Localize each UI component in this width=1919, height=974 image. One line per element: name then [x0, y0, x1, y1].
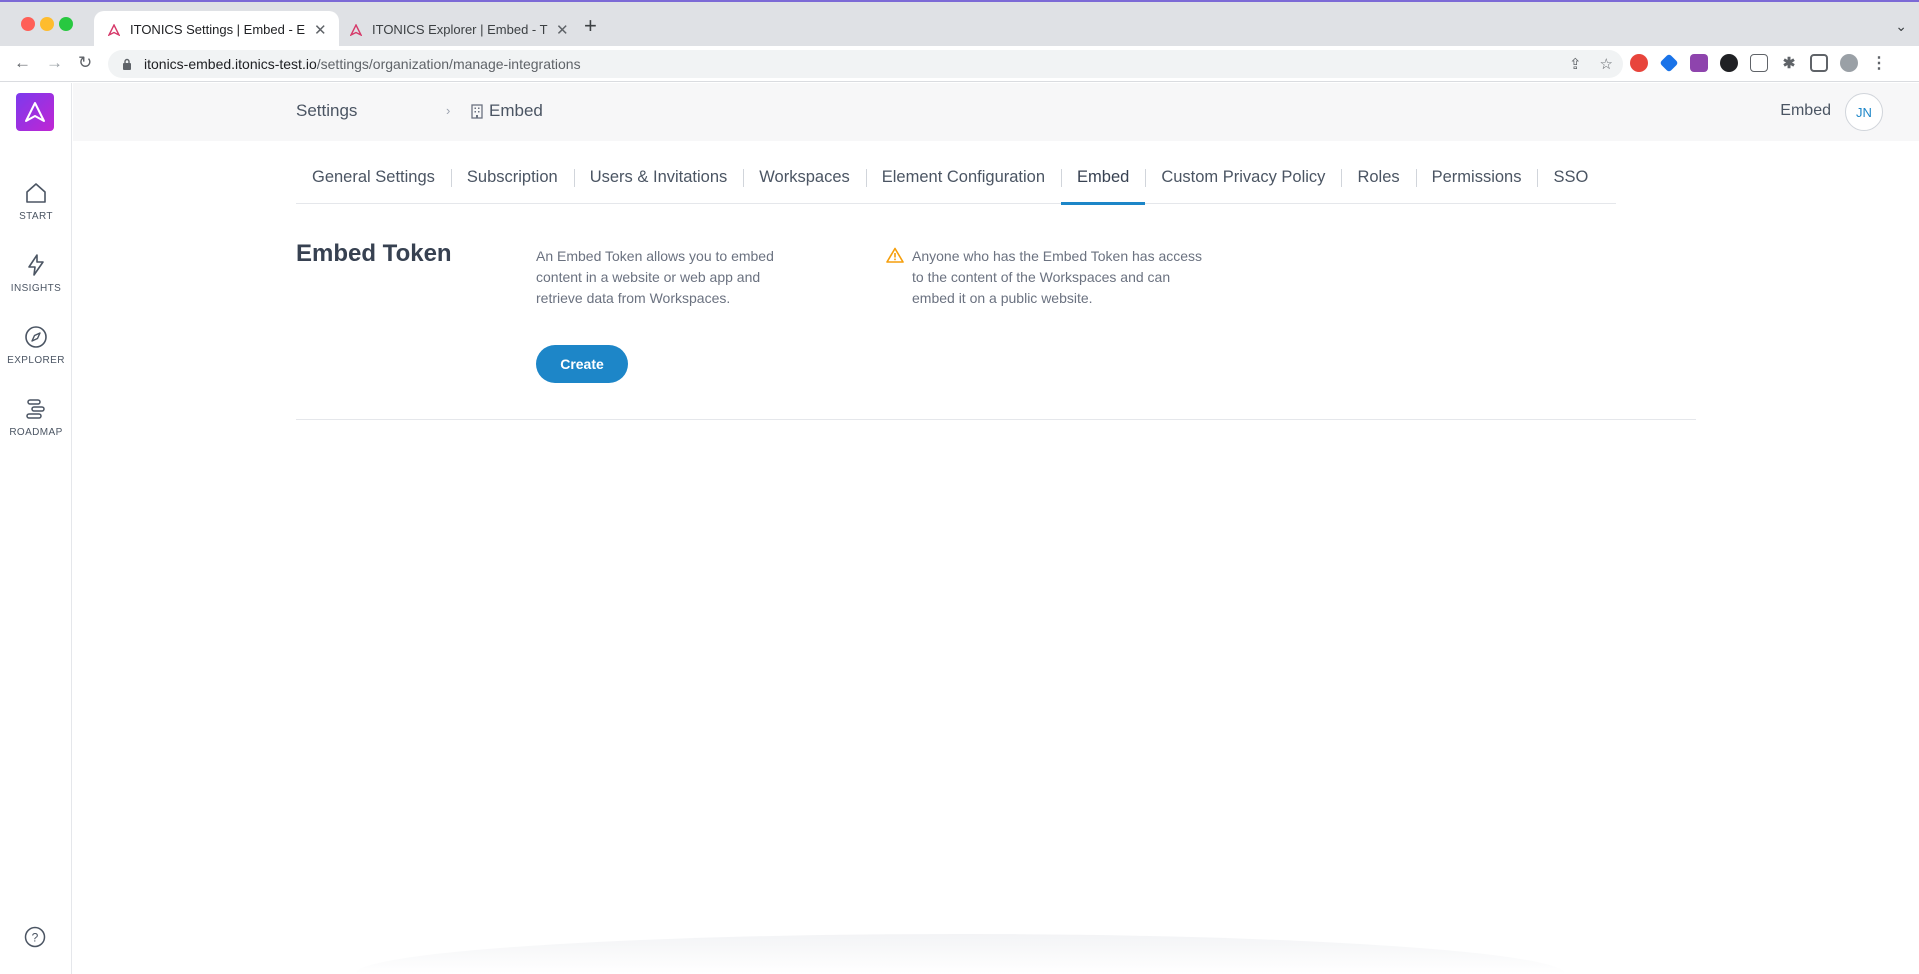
lock-icon: [123, 58, 131, 70]
close-tab-icon[interactable]: ✕: [556, 21, 569, 39]
breadcrumb-settings[interactable]: Settings: [296, 101, 357, 121]
section-title: Embed Token: [296, 240, 452, 267]
sidebar-item-roadmap[interactable]: ROADMAP: [0, 397, 72, 438]
tab-sso[interactable]: SSO: [1537, 160, 1604, 204]
bottom-shadow: [355, 934, 1565, 974]
warning-icon: [886, 247, 904, 263]
extension-icon[interactable]: [1720, 54, 1738, 72]
warning-text: Anyone who has the Embed Token has acces…: [912, 248, 1203, 306]
settings-tab-bar: General Settings Subscription Users & In…: [296, 160, 1616, 205]
section-divider: [296, 419, 1696, 420]
bookmark-star-icon[interactable]: ☆: [1600, 55, 1613, 73]
extension-icon[interactable]: [1750, 54, 1768, 72]
sidebar-item-explorer[interactable]: EXPLORER: [0, 325, 72, 366]
puzzle-icon[interactable]: ✱: [1780, 54, 1798, 72]
sidebar-item-label: EXPLORER: [7, 355, 65, 366]
user-name[interactable]: Embed: [1780, 102, 1831, 120]
breadcrumb-separator-icon: ›: [446, 103, 451, 118]
browser-tab-title: ITONICS Explorer | Embed - Tre: [372, 22, 548, 37]
sidebar-item-start[interactable]: START: [0, 181, 72, 222]
tab-embed[interactable]: Embed: [1061, 160, 1146, 205]
lightning-icon: [28, 254, 44, 276]
share-icon[interactable]: ⇪: [1569, 55, 1582, 73]
tab-custom-privacy-policy[interactable]: Custom Privacy Policy: [1145, 160, 1341, 204]
sidebar-item-label: INSIGHTS: [10, 283, 62, 294]
avatar[interactable]: JN: [1845, 93, 1883, 131]
compass-icon: [25, 326, 47, 348]
create-button[interactable]: Create: [536, 345, 628, 383]
reload-icon[interactable]: ↻: [78, 53, 92, 73]
kebab-menu-icon[interactable]: ⋮: [1870, 54, 1888, 72]
itonics-logo[interactable]: [16, 93, 54, 131]
url-bar[interactable]: itonics-embed.itonics-test.io/settings/o…: [108, 50, 1623, 78]
roadmap-icon: [26, 399, 45, 419]
close-tab-icon[interactable]: ✕: [314, 21, 327, 39]
url-path: /settings/organization/manage-integratio…: [316, 56, 581, 72]
tab-search-chevron-icon[interactable]: ⌄: [1895, 18, 1907, 35]
window-close-button[interactable]: [21, 17, 35, 31]
sidebar-item-label: ROADMAP: [9, 427, 63, 438]
tab-users-invitations[interactable]: Users & Invitations: [573, 160, 744, 204]
sidebar-item-label: START: [19, 211, 53, 222]
browser-tab-title: ITONICS Settings | Embed - Em: [130, 22, 306, 37]
extension-icon[interactable]: [1630, 54, 1648, 72]
window-minimize-button[interactable]: [40, 17, 54, 31]
tab-general-settings[interactable]: General Settings: [296, 160, 451, 204]
building-icon: [471, 103, 483, 119]
forward-arrow-icon[interactable]: →: [46, 53, 63, 73]
app-sidebar: START INSIGHTS EXPLORER ROADMAP ?: [0, 83, 72, 974]
help-button[interactable]: ?: [24, 926, 46, 974]
tab-element-configuration[interactable]: Element Configuration: [865, 160, 1061, 204]
breadcrumb-current-label: Embed: [489, 101, 543, 120]
tab-roles[interactable]: Roles: [1341, 160, 1415, 204]
itonics-favicon-icon: [348, 22, 364, 38]
extension-icon[interactable]: [1690, 54, 1708, 72]
browser-tab-bar: ITONICS Settings | Embed - Em ✕ ITONICS …: [0, 0, 1919, 48]
browser-toolbar: ← → ↻ itonics-embed.itonics-test.io/sett…: [0, 46, 1919, 82]
help-icon: ?: [24, 926, 46, 948]
extension-icon[interactable]: [1659, 53, 1679, 73]
sidebar-item-insights[interactable]: INSIGHTS: [0, 253, 72, 294]
sidepanel-icon[interactable]: [1810, 54, 1828, 72]
tab-workspaces[interactable]: Workspaces: [743, 160, 865, 204]
browser-tab-settings[interactable]: ITONICS Settings | Embed - Em ✕: [94, 11, 339, 48]
breadcrumb-current: Embed: [471, 101, 543, 121]
url-host: itonics-embed.itonics-test.io: [144, 56, 317, 72]
app-header: Settings › Embed Embed JN: [73, 83, 1919, 141]
itonics-favicon-icon: [106, 22, 122, 38]
browser-tab-explorer[interactable]: ITONICS Explorer | Embed - Tre ✕: [336, 11, 581, 48]
warning-notice: Anyone who has the Embed Token has acces…: [886, 246, 1206, 309]
window-maximize-button[interactable]: [59, 17, 73, 31]
section-description: An Embed Token allows you to embed conte…: [536, 248, 774, 306]
back-arrow-icon[interactable]: ←: [14, 53, 31, 73]
new-tab-icon[interactable]: +: [584, 15, 597, 37]
tab-permissions[interactable]: Permissions: [1415, 160, 1538, 204]
tab-subscription[interactable]: Subscription: [450, 160, 574, 204]
svg-text:?: ?: [32, 931, 39, 945]
home-icon: [26, 183, 46, 203]
profile-icon[interactable]: [1840, 54, 1858, 72]
